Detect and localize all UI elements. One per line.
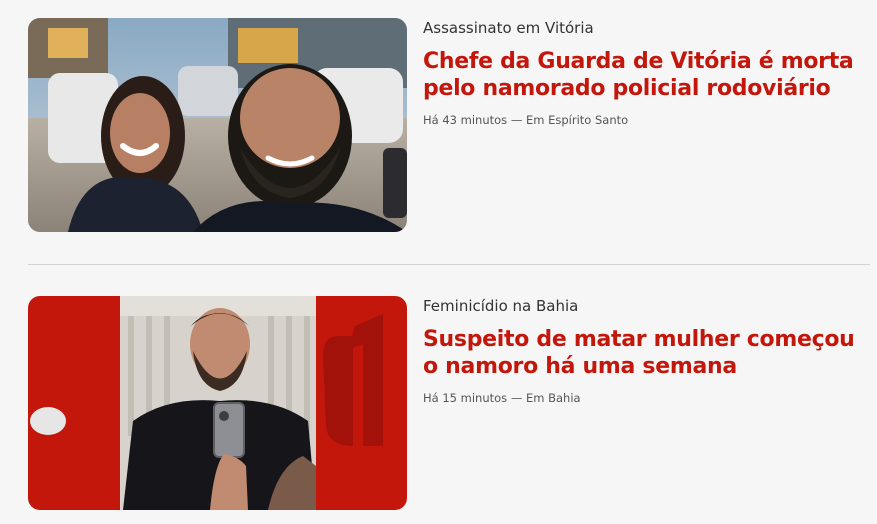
couple-selfie-image <box>28 18 407 232</box>
news-thumbnail[interactable] <box>28 296 407 510</box>
news-headline-link[interactable]: Chefe da Guarda de Vitória é morta pelo … <box>423 48 870 102</box>
news-text: Feminicídio na Bahia Suspeito de matar m… <box>423 296 870 406</box>
news-card[interactable]: Feminicídio na Bahia Suspeito de matar m… <box>28 296 870 510</box>
meta-separator: — <box>510 113 523 127</box>
news-section: Em Bahia <box>525 391 581 405</box>
news-card[interactable]: Assassinato em Vitória Chefe da Guarda d… <box>28 18 870 232</box>
news-kicker: Assassinato em Vitória <box>423 19 594 37</box>
news-meta: Há 43 minutos — Em Espírito Santo <box>423 112 870 128</box>
mirror-selfie-image <box>28 296 407 510</box>
news-thumbnail[interactable] <box>28 18 407 232</box>
news-time: Há 15 minutos <box>423 391 508 405</box>
news-time: Há 43 minutos <box>423 113 508 127</box>
news-text: Assassinato em Vitória Chefe da Guarda d… <box>423 18 870 128</box>
news-headline-link[interactable]: Suspeito de matar mulher começou o namor… <box>423 326 870 380</box>
news-kicker: Feminicídio na Bahia <box>423 297 579 315</box>
news-section: Em Espírito Santo <box>525 113 629 127</box>
news-meta: Há 15 minutos — Em Bahia <box>423 390 870 406</box>
meta-separator: — <box>510 391 523 405</box>
news-feed: Assassinato em Vitória Chefe da Guarda d… <box>0 0 877 524</box>
feed-divider <box>28 264 870 265</box>
